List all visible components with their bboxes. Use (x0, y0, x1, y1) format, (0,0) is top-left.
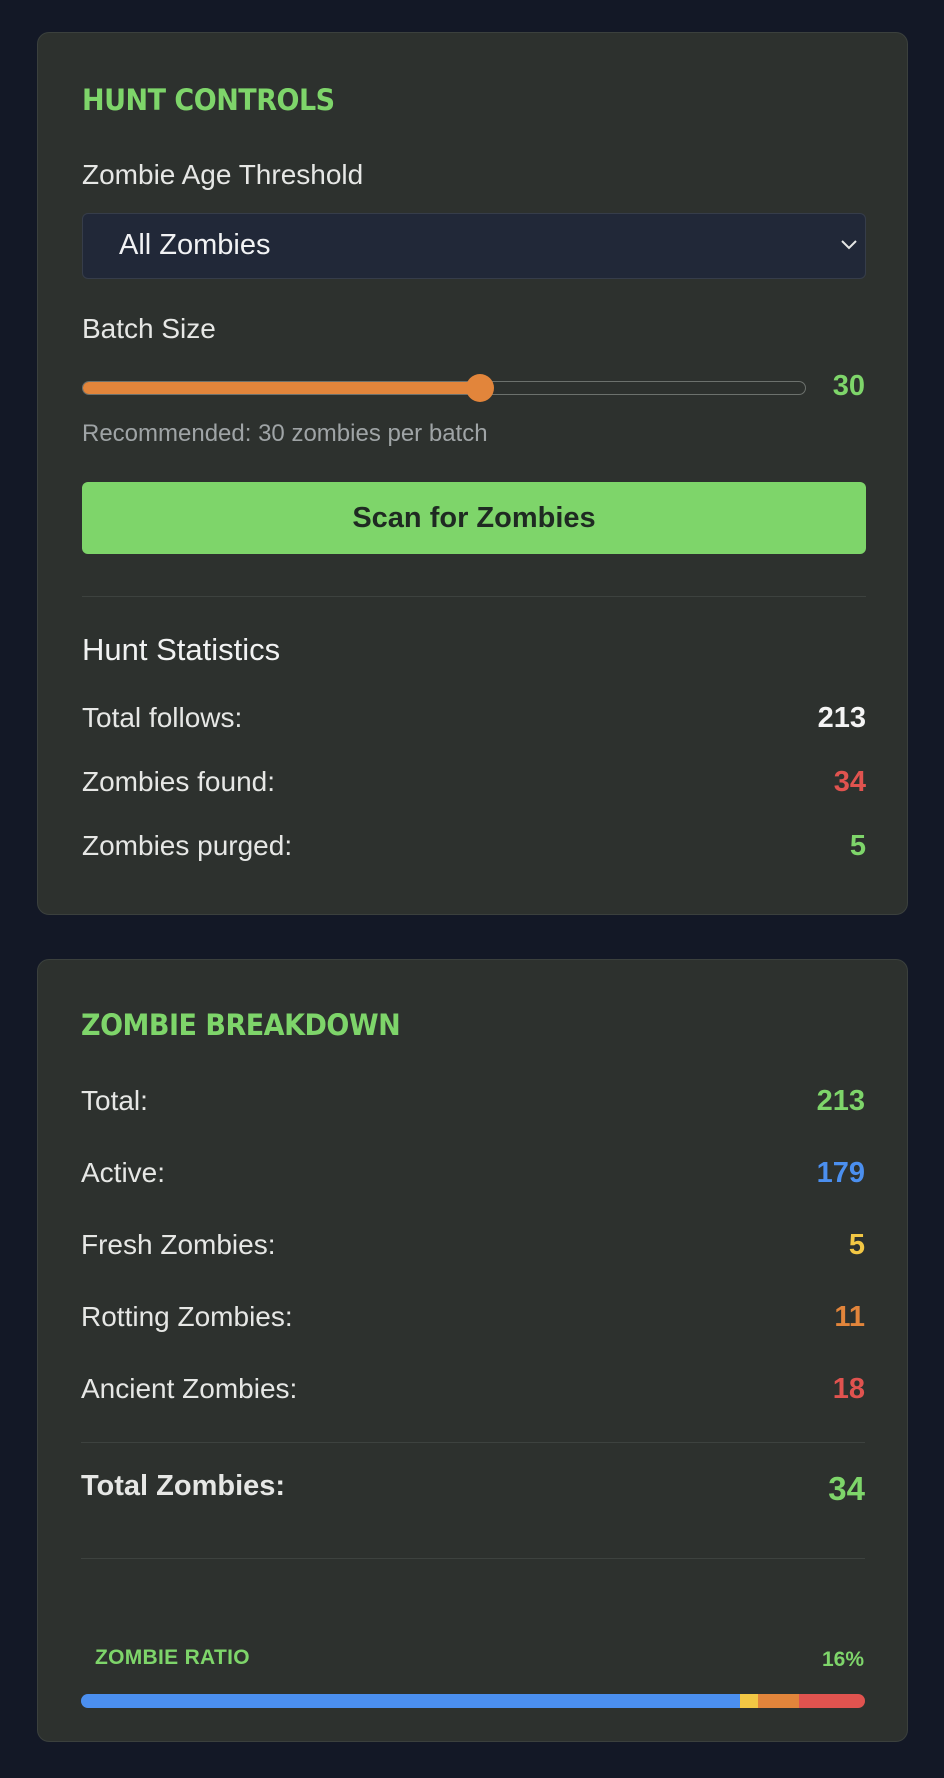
stat-label: Total follows: (82, 702, 243, 733)
batch-size-slider-fill (83, 382, 481, 394)
zombie-ratio-value: 16% (821, 1648, 864, 1671)
stat-value: 34 (833, 766, 866, 798)
ratio-segment-rotting (758, 1694, 799, 1708)
stat-row-total-follows: Total follows: 213 (82, 702, 866, 738)
age-threshold-value: All Zombies (119, 229, 271, 261)
total-zombies-label: Total Zombies: (81, 1470, 286, 1502)
hunt-statistics-title: Hunt Statistics (82, 632, 281, 667)
breakdown-value: 18 (832, 1373, 865, 1405)
stat-label: Zombies found: (82, 766, 275, 797)
breakdown-value: 179 (816, 1157, 865, 1189)
zombie-breakdown-heading: ZOMBIE BREAKDOWN (81, 1008, 401, 1043)
age-threshold-label: Zombie Age Threshold (82, 159, 364, 190)
scan-for-zombies-button[interactable]: Scan for Zombies (82, 482, 866, 554)
stat-value: 5 (849, 830, 866, 862)
ratio-divider (81, 1558, 865, 1559)
breakdown-label: Rotting Zombies: (81, 1301, 293, 1332)
breakdown-value: 11 (834, 1301, 865, 1333)
breakdown-label: Fresh Zombies: (81, 1229, 276, 1260)
stat-value: 213 (817, 702, 866, 734)
section-divider (82, 596, 866, 597)
batch-size-slider[interactable] (82, 374, 806, 402)
breakdown-label: Active: (81, 1157, 166, 1188)
breakdown-row-total-zombies: Total Zombies: 34 (81, 1470, 865, 1510)
zombie-ratio-bar (81, 1694, 865, 1708)
total-zombies-value: 34 (828, 1470, 865, 1507)
breakdown-row-active: Active: 179 (81, 1157, 865, 1193)
breakdown-divider (81, 1442, 865, 1443)
zombie-ratio-label: ZOMBIE RATIO (95, 1646, 250, 1669)
batch-size-label: Batch Size (82, 313, 216, 344)
age-threshold-select[interactable]: All Zombies (82, 213, 866, 279)
breakdown-value: 213 (816, 1085, 865, 1117)
batch-size-slider-thumb[interactable] (466, 374, 495, 402)
hunt-controls-heading: HUNT CONTROLS (82, 83, 335, 118)
stat-row-zombies-purged: Zombies purged: 5 (82, 830, 866, 866)
breakdown-row-total: Total: 213 (81, 1085, 865, 1121)
breakdown-row-fresh: Fresh Zombies: 5 (81, 1229, 865, 1265)
zombie-breakdown-card (37, 959, 908, 1742)
breakdown-row-ancient: Ancient Zombies: 18 (81, 1373, 865, 1409)
ratio-segment-fresh (739, 1694, 759, 1708)
breakdown-label: Ancient Zombies: (81, 1373, 298, 1404)
breakdown-label: Total: (81, 1085, 148, 1116)
batch-size-hint: Recommended: 30 zombies per batch (82, 420, 488, 447)
stat-label: Zombies purged: (82, 830, 293, 861)
ratio-segment-active (81, 1694, 740, 1708)
breakdown-value: 5 (848, 1229, 865, 1261)
hunt-controls-card: HUNT CONTROLS Zombie Age Threshold All Z… (37, 32, 908, 915)
stat-row-zombies-found: Zombies found: 34 (82, 766, 866, 802)
breakdown-row-rotting: Rotting Zombies: 11 (81, 1301, 865, 1337)
batch-size-value: 30 (832, 370, 865, 402)
chevron-down-icon (841, 240, 857, 250)
ratio-segment-ancient (798, 1694, 865, 1708)
